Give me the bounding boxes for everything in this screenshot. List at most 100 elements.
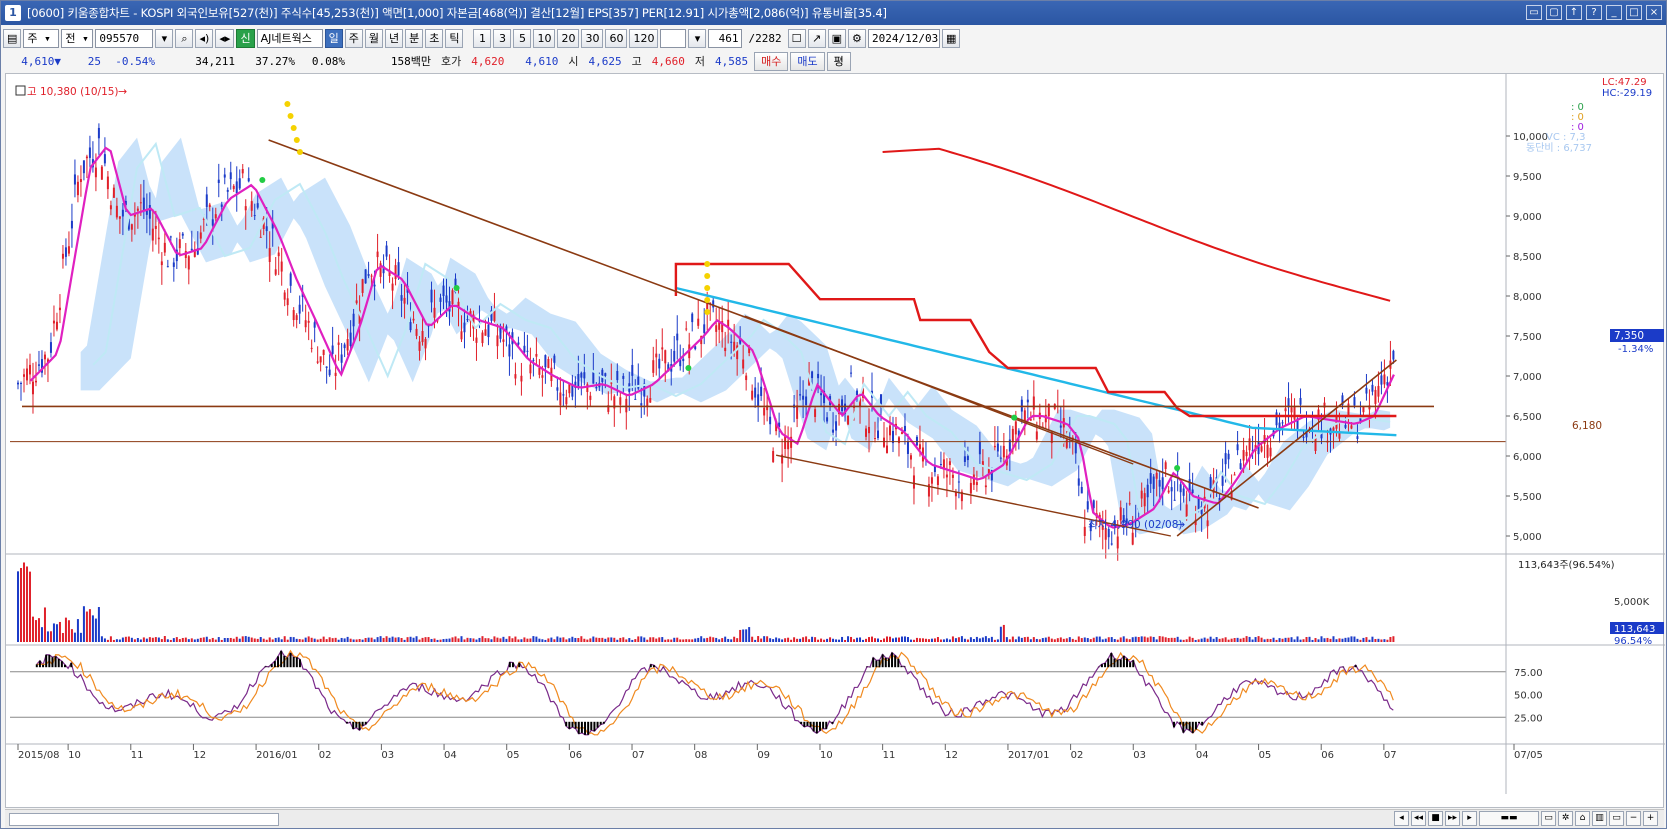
candle-body <box>882 437 885 447</box>
date-input[interactable]: 2024/12/03 <box>867 28 940 48</box>
ask-price-2: 4,610 <box>525 54 559 68</box>
volume-bar <box>577 638 580 642</box>
candle-body <box>592 372 595 384</box>
save-icon[interactable]: ▣ <box>827 28 846 48</box>
gear-icon[interactable]: ⚙ <box>847 28 866 48</box>
period-button-tick[interactable]: 틱 <box>445 28 464 48</box>
volume-bar <box>1197 639 1200 642</box>
period-button-month[interactable]: 월 <box>364 28 383 48</box>
volume-bar <box>912 639 915 642</box>
tool-icon[interactable]: ⌂ <box>1575 811 1590 826</box>
sound-icon[interactable]: ◂) <box>195 28 214 48</box>
candle-body <box>1293 406 1296 420</box>
volume-bar <box>127 636 130 642</box>
interval-button-10[interactable]: 10 <box>533 28 556 48</box>
code-dropdown-icon[interactable]: ▾ <box>155 28 174 48</box>
volume-badge-pct: 96.54% <box>1614 636 1652 647</box>
volume-bar <box>88 609 91 642</box>
calendar-icon[interactable]: ▦ <box>941 28 961 48</box>
restore-icon[interactable]: ▢ <box>1546 5 1562 20</box>
stop-icon[interactable]: ■ <box>1428 811 1443 826</box>
chart-icon[interactable]: ▥ <box>1592 811 1607 826</box>
candle-body <box>826 417 829 422</box>
signal-dot <box>704 285 711 291</box>
period-button-second[interactable]: 초 <box>425 28 444 48</box>
custom-interval-input[interactable] <box>660 28 687 48</box>
ask-label: 호가 <box>441 54 462 68</box>
prev-next-icon[interactable]: ◂▸ <box>215 28 235 48</box>
time-tick-label: 2016/01 <box>256 750 298 761</box>
close-icon[interactable]: × <box>1646 5 1662 20</box>
signal-dot <box>296 149 303 155</box>
sell-button[interactable]: 매도 <box>790 51 825 71</box>
maximize-icon[interactable]: □ <box>1626 5 1642 20</box>
first-icon[interactable]: ◂ <box>1394 811 1409 826</box>
app-icon[interactable]: 1 <box>5 5 21 21</box>
range-icon[interactable]: ▬▬ <box>1479 811 1539 826</box>
period-button-minute[interactable]: 분 <box>405 28 424 48</box>
interval-button-3[interactable]: 3 <box>493 28 512 48</box>
search-icon[interactable]: ⌕ <box>175 28 194 48</box>
horizontal-scrollbar[interactable] <box>9 813 279 826</box>
volume-bar <box>903 636 906 642</box>
stock-code-input[interactable]: 095570 <box>95 28 154 48</box>
candle-body <box>523 345 526 353</box>
interval-button-60[interactable]: 60 <box>605 28 628 48</box>
count-input[interactable]: 461 <box>708 28 743 48</box>
last-icon[interactable]: ▸ <box>1462 811 1477 826</box>
zoom-in-icon[interactable]: + <box>1643 811 1658 826</box>
interval-button-20[interactable]: 20 <box>557 28 580 48</box>
candle-body <box>430 289 433 303</box>
candle-body <box>484 329 487 336</box>
chart-svg[interactable]: 75.00 50.00 25.00 5,000 5,500 6,000 6,500 7,00… <box>6 74 1665 809</box>
time-tick-label: 08 <box>695 750 708 761</box>
period-select[interactable]: 주 ▾ <box>23 28 60 48</box>
period-button-year[interactable]: 년 <box>384 28 404 48</box>
settings-icon[interactable]: ✲ <box>1558 811 1573 826</box>
volume-bar <box>523 637 526 642</box>
volume-bar <box>631 639 634 642</box>
volume-bar <box>924 638 927 642</box>
period-button-day[interactable]: 일 <box>324 28 343 48</box>
volume-bar <box>61 632 64 642</box>
custom-interval-dropdown-icon[interactable]: ▾ <box>688 28 707 48</box>
interval-button-5[interactable]: 5 <box>513 28 532 48</box>
candle-body <box>661 347 664 350</box>
zoom-out-icon[interactable]: − <box>1626 811 1641 826</box>
candle-body <box>334 372 337 376</box>
candle-body <box>1077 478 1080 486</box>
chart-settings-icon[interactable]: ▤ <box>3 28 22 48</box>
crosshair-icon[interactable]: ↗ <box>807 28 826 48</box>
prev-icon[interactable]: ◂◂ <box>1411 811 1426 826</box>
volume-bar <box>1275 639 1278 642</box>
time-tick-label: 07 <box>632 750 645 761</box>
nav-select[interactable]: 전 ▾ <box>61 28 94 48</box>
pin-icon[interactable]: ↑ <box>1566 5 1582 20</box>
volume-bar <box>874 638 877 642</box>
avg-button[interactable]: 평 <box>826 51 851 71</box>
chart-area[interactable]: 75.00 50.00 25.00 5,000 5,500 6,000 6,500 7,00… <box>5 73 1665 809</box>
candle-body <box>906 441 909 454</box>
shrink-icon[interactable]: ▭ <box>1609 811 1624 826</box>
time-tick-label: 05 <box>1259 750 1272 761</box>
volume-bar <box>622 637 625 642</box>
volume-bar <box>811 636 814 642</box>
volume-bar <box>897 637 900 642</box>
interval-button-120[interactable]: 120 <box>629 28 659 48</box>
volume-bar <box>1092 637 1095 642</box>
window-icon[interactable]: ▭ <box>1541 811 1556 826</box>
minimize-window-icon[interactable]: _ <box>1606 5 1622 20</box>
help-icon[interactable]: ? <box>1586 5 1602 20</box>
volume-bar <box>235 636 238 642</box>
minimize-icon[interactable]: ▭ <box>1526 5 1542 20</box>
buy-button[interactable]: 매수 <box>754 51 789 71</box>
min-marker-label: 최저 4,990 (02/08) <box>1088 519 1183 531</box>
next-icon[interactable]: ▸▸ <box>1445 811 1460 826</box>
candle-body <box>909 455 912 460</box>
period-button-week[interactable]: 주 <box>344 28 363 48</box>
checkbox-icon[interactable]: ☐ <box>787 28 806 48</box>
interval-button-1[interactable]: 1 <box>473 28 492 48</box>
candle-body <box>951 474 954 478</box>
interval-button-30[interactable]: 30 <box>581 28 604 48</box>
volume-bar <box>996 639 999 642</box>
